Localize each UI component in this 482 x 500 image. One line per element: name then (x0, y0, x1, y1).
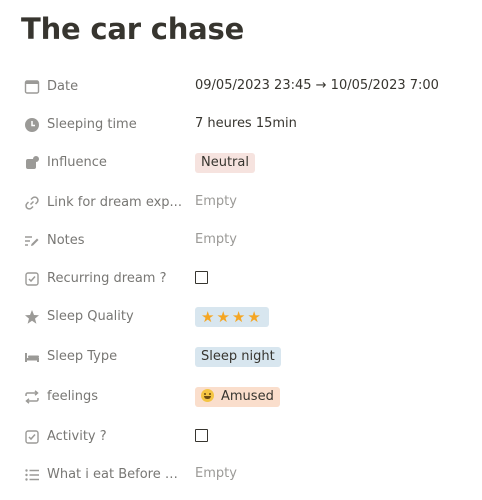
property-label-recurring-dream: Recurring dream ? (47, 271, 167, 286)
property-label-link: Link for dream exp... (47, 195, 182, 210)
clock-icon (23, 116, 41, 134)
recurring-dream-checkbox[interactable] (195, 271, 208, 284)
grinning-face-icon (201, 389, 214, 402)
property-label-date: Date (47, 79, 79, 94)
property-row-sleep-quality[interactable]: Sleep Quality ★★★★ (0, 307, 482, 342)
property-label-sleep-quality: Sleep Quality (47, 309, 134, 324)
feelings-tag[interactable]: Amused (195, 387, 280, 407)
property-row-recurring-dream[interactable]: Recurring dream ? (0, 270, 482, 304)
property-label-notes: Notes (47, 233, 85, 248)
property-label-what-i-eat: What i eat Before s... (47, 467, 182, 482)
property-row-date[interactable]: Date 09/05/2023 23:45 → 10/05/2023 7:00 (0, 78, 482, 112)
bed-icon (23, 348, 41, 366)
property-row-sleep-type[interactable]: Sleep Type Sleep night (0, 347, 482, 382)
property-row-notes[interactable]: Notes Empty (0, 232, 482, 266)
property-row-activity[interactable]: Activity ? (0, 428, 482, 462)
property-label-sleeping-time: Sleeping time (47, 117, 137, 132)
star-icon (23, 308, 41, 326)
influence-tag[interactable]: Neutral (195, 153, 255, 173)
repeat-icon (23, 388, 41, 406)
property-row-feelings[interactable]: feelings Amused (0, 387, 482, 422)
property-row-link[interactable]: Link for dream exp... Empty (0, 194, 482, 228)
property-row-what-i-eat[interactable]: What i eat Before s... Empty (0, 466, 482, 500)
link-value[interactable]: Empty (195, 193, 237, 211)
date-value[interactable]: 09/05/2023 23:45 → 10/05/2023 7:00 (195, 77, 439, 95)
sleep-type-tag[interactable]: Sleep night (195, 347, 281, 367)
property-row-influence[interactable]: Influence Neutral (0, 153, 482, 188)
checkbox-icon (23, 428, 41, 446)
property-label-sleep-type: Sleep Type (47, 349, 118, 364)
sleeping-time-value[interactable]: 7 heures 15min (195, 115, 297, 133)
property-label-influence: Influence (47, 155, 107, 170)
text-edit-icon (23, 232, 41, 250)
calendar-icon (23, 78, 41, 96)
page-title[interactable]: The car chase (21, 12, 244, 46)
shapes-icon (23, 154, 41, 172)
checkbox-icon (23, 270, 41, 288)
sleep-quality-rating[interactable]: ★★★★ (195, 307, 269, 327)
property-label-activity: Activity ? (47, 429, 107, 444)
property-label-feelings: feelings (47, 389, 99, 404)
feelings-tag-label: Amused (221, 389, 274, 404)
link-icon (23, 194, 41, 212)
activity-checkbox[interactable] (195, 429, 208, 442)
notes-value[interactable]: Empty (195, 231, 237, 249)
what-i-eat-value[interactable]: Empty (195, 465, 237, 483)
property-row-sleeping-time[interactable]: Sleeping time 7 heures 15min (0, 116, 482, 150)
list-icon (23, 466, 41, 484)
